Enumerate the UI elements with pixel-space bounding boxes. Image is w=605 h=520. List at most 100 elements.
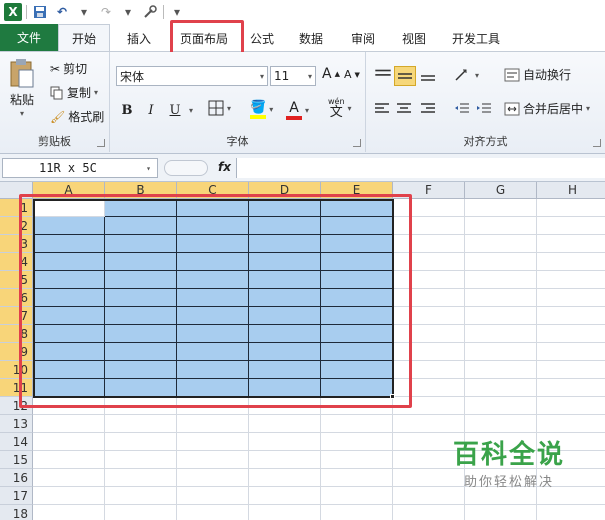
tab-formulas[interactable]: 公式 — [240, 25, 284, 51]
cell-g2[interactable] — [465, 217, 537, 235]
cell-a15[interactable] — [33, 451, 105, 469]
cell-c16[interactable] — [177, 469, 249, 487]
cell-a13[interactable] — [33, 415, 105, 433]
insert-function-icon[interactable]: fx — [218, 160, 231, 174]
row-header-18[interactable]: 18 — [0, 505, 33, 520]
cell-g9[interactable] — [465, 343, 537, 361]
cell-e18[interactable] — [321, 505, 393, 520]
cell-g4[interactable] — [465, 253, 537, 271]
cell-e15[interactable] — [321, 451, 393, 469]
cell-c15[interactable] — [177, 451, 249, 469]
cell-e16[interactable] — [321, 469, 393, 487]
cell-g7[interactable] — [465, 307, 537, 325]
cell-e17[interactable] — [321, 487, 393, 505]
redo-dropdown-icon[interactable]: ▾ — [119, 3, 137, 21]
name-box[interactable]: 11R x 5C ▾ — [2, 158, 158, 178]
cell-g5[interactable] — [465, 271, 537, 289]
cell-a16[interactable] — [33, 469, 105, 487]
borders-button[interactable]: ▾ — [208, 100, 231, 116]
tab-insert[interactable]: 插入 — [110, 25, 168, 51]
tab-developer[interactable]: 开发工具 — [440, 25, 512, 51]
cell-g1[interactable] — [465, 199, 537, 217]
cell-h9[interactable] — [537, 343, 605, 361]
cell-h5[interactable] — [537, 271, 605, 289]
shrink-font-button[interactable]: A ▼ — [344, 68, 360, 81]
cell-c13[interactable] — [177, 415, 249, 433]
cell-b18[interactable] — [105, 505, 177, 520]
tools-icon[interactable] — [141, 3, 159, 21]
tab-view[interactable]: 视图 — [388, 25, 440, 51]
cell-a17[interactable] — [33, 487, 105, 505]
formula-bar-divider-handle[interactable] — [164, 160, 208, 176]
cell-b15[interactable] — [105, 451, 177, 469]
font-launcher-icon[interactable] — [353, 139, 361, 147]
cell-a18[interactable] — [33, 505, 105, 520]
align-bottom-button[interactable] — [418, 66, 438, 84]
align-left-button[interactable] — [372, 100, 392, 118]
cell-h2[interactable] — [537, 217, 605, 235]
chevron-down-icon[interactable]: ▾ — [146, 164, 151, 173]
fill-color-button[interactable]: 🪣 ▾ — [250, 100, 273, 119]
cell-d18[interactable] — [249, 505, 321, 520]
cell-h6[interactable] — [537, 289, 605, 307]
cell-b13[interactable] — [105, 415, 177, 433]
wrap-text-button[interactable]: 自动换行 — [504, 66, 571, 83]
font-size-select[interactable]: 11 ▾ — [270, 66, 316, 86]
customize-qat-icon[interactable]: ▾ — [168, 3, 186, 21]
row-header-17[interactable]: 17 — [0, 487, 33, 505]
cell-h1[interactable] — [537, 199, 605, 217]
copy-dropdown-icon[interactable]: ▾ — [94, 88, 98, 97]
cell-d14[interactable] — [249, 433, 321, 451]
formula-input[interactable] — [236, 158, 605, 178]
cell-g3[interactable] — [465, 235, 537, 253]
cell-b17[interactable] — [105, 487, 177, 505]
cell-h18[interactable] — [537, 505, 605, 520]
decrease-indent-button[interactable] — [452, 100, 472, 118]
clipboard-launcher-icon[interactable] — [97, 139, 105, 147]
cell-d13[interactable] — [249, 415, 321, 433]
cell-b14[interactable] — [105, 433, 177, 451]
tab-file[interactable]: 文件 — [0, 24, 58, 51]
orientation-button[interactable]: ▾ — [452, 66, 479, 84]
tab-home[interactable]: 开始 — [58, 24, 110, 51]
save-icon[interactable] — [31, 3, 49, 21]
cell-h8[interactable] — [537, 325, 605, 343]
cell-d16[interactable] — [249, 469, 321, 487]
row-header-15[interactable]: 15 — [0, 451, 33, 469]
paste-button[interactable]: 粘贴 ▾ — [8, 58, 36, 118]
font-name-select[interactable]: 宋体 ▾ — [116, 66, 268, 86]
cell-h4[interactable] — [537, 253, 605, 271]
copy-button[interactable]: 复制 ▾ — [50, 84, 98, 101]
cell-h13[interactable] — [537, 415, 605, 433]
cell-h7[interactable] — [537, 307, 605, 325]
font-color-button[interactable]: A ▾ — [286, 100, 309, 120]
align-right-button[interactable] — [418, 100, 438, 118]
cell-h10[interactable] — [537, 361, 605, 379]
redo-icon[interactable]: ↷ — [97, 3, 115, 21]
cell-g6[interactable] — [465, 289, 537, 307]
tab-data[interactable]: 数据 — [284, 25, 338, 51]
merge-center-button[interactable]: 合并后居中 ▾ — [504, 100, 590, 117]
format-painter-button[interactable]: 🖌 格式刷 — [50, 108, 104, 125]
undo-dropdown-icon[interactable]: ▾ — [75, 3, 93, 21]
cell-c14[interactable] — [177, 433, 249, 451]
cut-button[interactable]: ✂ 剪切 — [50, 60, 87, 77]
cell-h3[interactable] — [537, 235, 605, 253]
tab-review[interactable]: 审阅 — [338, 25, 388, 51]
cell-d17[interactable] — [249, 487, 321, 505]
cell-g8[interactable] — [465, 325, 537, 343]
grow-font-button[interactable]: A ▲ — [322, 66, 340, 82]
cell-h12[interactable] — [537, 397, 605, 415]
cell-f18[interactable] — [393, 505, 465, 520]
cell-g13[interactable] — [465, 415, 537, 433]
align-center-button[interactable] — [394, 100, 414, 118]
cell-f13[interactable] — [393, 415, 465, 433]
cell-e14[interactable] — [321, 433, 393, 451]
column-header-h[interactable]: H — [537, 182, 605, 199]
align-middle-button[interactable] — [394, 66, 416, 86]
paste-dropdown-icon[interactable]: ▾ — [20, 109, 24, 118]
cell-d15[interactable] — [249, 451, 321, 469]
cell-a14[interactable] — [33, 433, 105, 451]
cell-c18[interactable] — [177, 505, 249, 520]
alignment-launcher-icon[interactable] — [593, 139, 601, 147]
